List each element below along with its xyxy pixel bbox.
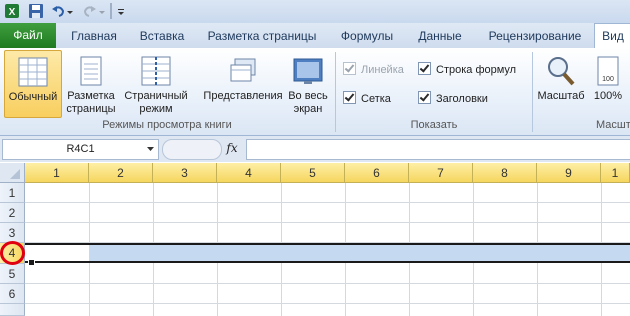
row-header-6[interactable]: 6 <box>0 284 25 304</box>
column-header-10[interactable]: 1 <box>601 163 630 183</box>
page-layout-icon <box>75 55 107 87</box>
customize-qat-icon[interactable] <box>116 3 126 19</box>
redo-dropdown-icon[interactable] <box>98 3 106 19</box>
tab-formulas[interactable]: Формулы <box>332 26 402 46</box>
gridline <box>25 222 630 223</box>
zoom-group-label: Масшт <box>596 119 630 131</box>
formula-bar-checkbox-box <box>418 62 431 75</box>
formula-bar-resize-handle[interactable] <box>162 139 222 160</box>
normal-view-icon <box>17 56 49 88</box>
gridlines-checkbox[interactable]: Сетка <box>343 91 391 106</box>
page-break-label-1: Страничный <box>124 90 188 102</box>
name-box[interactable]: R4C1 <box>2 139 159 160</box>
zoom-label: Масштаб <box>537 90 585 102</box>
formula-bar-checkbox[interactable]: Строка формул <box>418 62 516 77</box>
normal-view-button[interactable]: Обычный <box>4 50 62 118</box>
column-header-9[interactable]: 9 <box>537 163 601 183</box>
zoom-100-icon: 100 <box>595 55 621 87</box>
row-header-2[interactable]: 2 <box>0 203 25 223</box>
highlight-circle <box>0 241 25 265</box>
zoom-100-button[interactable]: 100 100% <box>590 52 626 103</box>
full-screen-icon <box>292 55 324 87</box>
column-header-1[interactable]: 1 <box>25 163 89 183</box>
column-header-5[interactable]: 5 <box>281 163 345 183</box>
gridline <box>25 202 630 203</box>
row-header-3[interactable]: 3 <box>0 223 25 243</box>
selection-border-top <box>25 243 630 245</box>
ribbon-tabs: Файл Главная Вставка Разметка страницы Ф… <box>0 23 630 50</box>
full-screen-label-1: Во весь <box>288 90 328 102</box>
custom-views-icon <box>227 55 259 87</box>
row-header-1[interactable]: 1 <box>0 183 25 203</box>
row-selection-highlight <box>89 244 630 262</box>
headings-checkbox[interactable]: Заголовки <box>418 91 488 106</box>
excel-logo-icon[interactable]: X <box>4 3 20 19</box>
column-header-3[interactable]: 3 <box>153 163 217 183</box>
selection-border-bottom <box>25 261 630 263</box>
gridlines-checkbox-box <box>343 91 356 104</box>
active-cell[interactable] <box>27 245 89 261</box>
gridline <box>25 283 630 284</box>
select-all-corner[interactable] <box>0 163 25 183</box>
zoom-button[interactable]: Масштаб <box>535 52 587 103</box>
zoom-100-label: 100% <box>593 90 623 102</box>
custom-views-button[interactable]: Представления <box>200 52 286 103</box>
tab-file[interactable]: Файл <box>0 23 56 48</box>
undo-dropdown-icon[interactable] <box>66 3 74 19</box>
gridline <box>25 303 630 304</box>
column-header-4[interactable]: 4 <box>217 163 281 183</box>
fill-handle[interactable] <box>28 259 35 266</box>
group-separator <box>532 52 533 132</box>
magnifier-icon <box>545 55 577 87</box>
tab-data[interactable]: Данные <box>408 26 472 46</box>
name-box-dropdown-icon[interactable] <box>146 139 156 158</box>
column-header-8[interactable]: 8 <box>473 163 537 183</box>
tab-insert[interactable]: Вставка <box>132 26 192 46</box>
undo-icon[interactable] <box>50 3 66 19</box>
formula-bar-label: Строка формул <box>436 64 517 76</box>
ruler-label: Линейка <box>361 64 404 76</box>
row-header-5[interactable]: 5 <box>0 264 25 284</box>
formula-input[interactable] <box>246 139 630 160</box>
headings-label: Заголовки <box>436 93 488 105</box>
ribbon-view: Обычный Разметка страницы Страничный реж… <box>0 48 630 136</box>
tab-page-layout[interactable]: Разметка страницы <box>200 26 324 46</box>
column-header-6[interactable]: 6 <box>345 163 409 183</box>
views-group-label: Режимы просмотра книги <box>102 119 232 131</box>
gridlines-label: Сетка <box>361 93 391 105</box>
qat-divider <box>110 3 112 19</box>
full-screen-label-2: экран <box>293 103 323 115</box>
page-break-icon <box>140 55 172 87</box>
svg-text:100: 100 <box>602 76 614 83</box>
show-group-label: Показать <box>410 119 458 131</box>
tab-home[interactable]: Главная <box>64 26 124 46</box>
insert-function-button[interactable]: fx <box>222 139 242 158</box>
redo-icon[interactable] <box>82 3 98 19</box>
tab-review[interactable]: Рецензирование <box>480 26 590 46</box>
page-layout-label-1: Разметка <box>67 90 115 102</box>
tab-view[interactable]: Вид <box>594 23 630 50</box>
column-header-7[interactable]: 7 <box>409 163 473 183</box>
headings-checkbox-box <box>418 91 431 104</box>
svg-text:X: X <box>9 7 16 18</box>
column-header-2[interactable]: 2 <box>89 163 153 183</box>
page-break-label-2: режим <box>139 103 173 115</box>
worksheet-grid[interactable] <box>0 163 630 316</box>
page-layout-label-2: страницы <box>66 103 116 115</box>
full-screen-button[interactable]: Во весь экран <box>286 52 330 116</box>
row-header-7[interactable] <box>0 304 25 316</box>
page-break-view-button[interactable]: Страничный режим <box>122 52 190 116</box>
quick-access-toolbar: X <box>0 0 630 23</box>
save-icon[interactable] <box>28 3 44 19</box>
ruler-checkbox-box <box>343 62 356 75</box>
custom-views-label: Представления <box>203 90 283 102</box>
normal-view-label: Обычный <box>8 91 58 103</box>
page-layout-view-button[interactable]: Разметка страницы <box>63 52 119 116</box>
ruler-checkbox[interactable]: Линейка <box>343 62 404 77</box>
